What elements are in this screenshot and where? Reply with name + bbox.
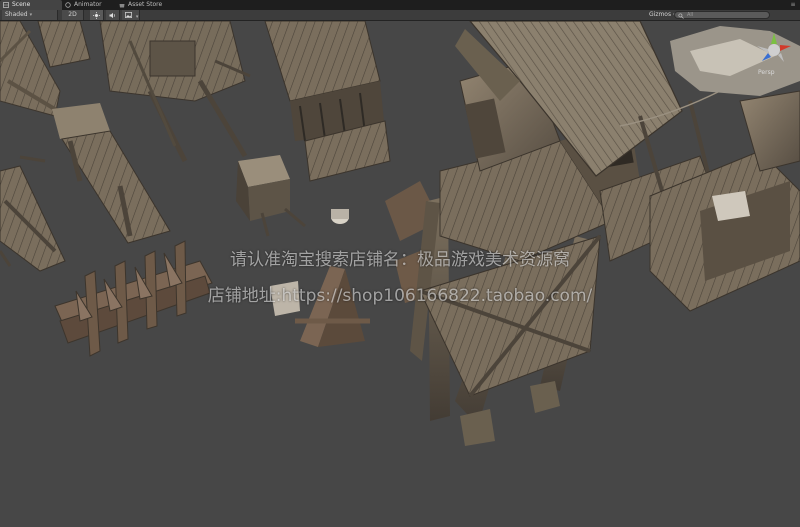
store-icon — [119, 4, 125, 8]
tab-asset-store-label: Asset Store — [128, 1, 163, 8]
wooden-gate — [264, 21, 391, 182]
gizmos-dropdown[interactable]: Gizmos▾ — [649, 10, 676, 20]
shading-mode-label: Shaded — [5, 11, 28, 18]
axis-gizmo-icon — [757, 33, 791, 62]
tab-scene[interactable]: Scene — [0, 0, 62, 10]
barrel-small — [331, 209, 349, 224]
tab-menu-icon[interactable]: ≡ — [789, 1, 797, 9]
search-input[interactable] — [687, 11, 767, 19]
speaker-icon — [109, 12, 115, 18]
lighting-toggle-button[interactable] — [90, 10, 104, 20]
spike-barricade-center — [270, 266, 370, 347]
sun-icon — [93, 11, 100, 19]
chevron-down-icon: ▾ — [135, 14, 139, 20]
2d-toggle-button[interactable]: 2D — [62, 10, 84, 20]
scene-toolbar: Shaded▾ 2D ▾ Gizmos▾ — [0, 10, 800, 21]
gizmos-label: Gizmos — [649, 11, 672, 18]
shading-mode-dropdown[interactable]: Shaded ▾ — [2, 10, 58, 20]
scene-render — [0, 21, 800, 446]
watermark-line-2: 店铺地址:https://shop106166822.taobao.com/ — [207, 286, 593, 306]
search-icon — [678, 12, 684, 19]
tab-animator-label: Animator — [74, 1, 102, 8]
animator-icon — [65, 2, 71, 8]
scene-search[interactable] — [674, 11, 770, 19]
image-icon — [125, 12, 132, 18]
watermark-line-1: 请认准淘宝搜索店铺名：极品游戏美术资源窝 — [230, 250, 570, 270]
wooden-crate-mid — [236, 155, 306, 237]
2d-toggle-label: 2D — [68, 11, 77, 18]
ramp-structure-left — [52, 103, 171, 244]
scene-viewport[interactable]: Persp 请认准淘宝搜索店铺名：极品游戏美术资源窝 店铺地址:https://… — [0, 21, 800, 527]
camera-mode-label[interactable]: Persp — [758, 69, 775, 76]
tab-scene-label: Scene — [12, 1, 31, 8]
tab-animator[interactable]: Animator — [62, 0, 116, 10]
tower-right — [649, 90, 800, 312]
unity-scene-window: Scene Animator Asset Store ≡ Shaded ▾ 2D … — [0, 0, 800, 527]
scene-icon — [3, 2, 9, 8]
audio-toggle-button[interactable] — [106, 10, 120, 20]
scene-orientation-gizmo[interactable]: Persp — [754, 31, 794, 83]
tab-strip: Scene Animator Asset Store ≡ — [0, 0, 800, 10]
chevron-down-icon: ▾ — [29, 12, 33, 18]
effects-toggle-button[interactable]: ▾ — [122, 10, 140, 20]
tab-asset-store[interactable]: Asset Store — [116, 0, 178, 10]
